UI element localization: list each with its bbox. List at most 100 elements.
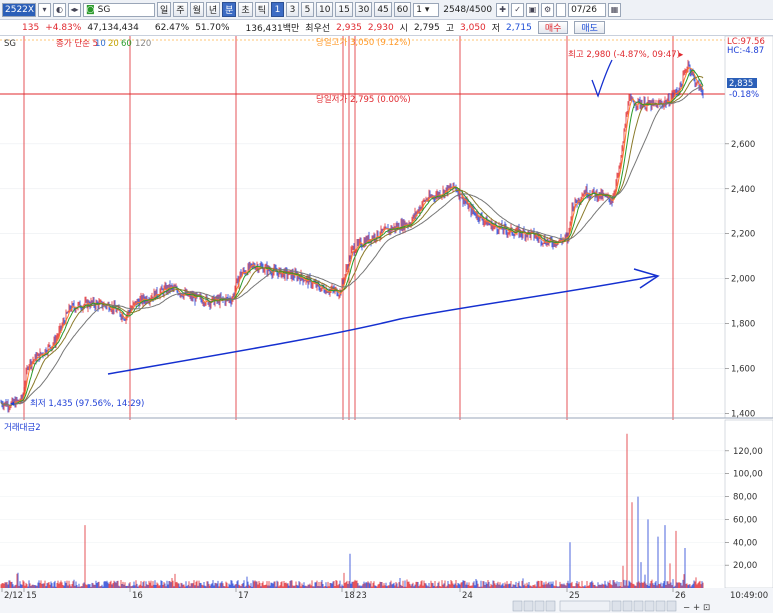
zoom-in-icon[interactable]: + xyxy=(693,603,700,613)
x-tick-label: 15 xyxy=(26,591,37,601)
check-icon[interactable]: ✓ xyxy=(511,2,525,17)
checkbox-icon[interactable] xyxy=(556,2,567,17)
stock-chart[interactable]: SG 종가 단순 5 10 20 60 120 당일고가 3,050 (9.12… xyxy=(0,36,773,613)
time-readout: 10:49:00 xyxy=(730,591,768,601)
prev-next-icon[interactable]: ◂▸ xyxy=(68,2,81,17)
scrollbar-track[interactable] xyxy=(559,600,611,612)
y-tick-label: 2,000 xyxy=(731,275,755,285)
interval-15[interactable]: 15 xyxy=(335,2,353,17)
interval-1[interactable]: 1 xyxy=(270,2,284,17)
x-tick-label: 2/12 xyxy=(4,591,23,601)
volume-pane[interactable] xyxy=(0,420,725,588)
y-tick-label: 2,200 xyxy=(731,230,755,240)
high-label: 고 xyxy=(445,24,454,34)
legend-ma20: 20 xyxy=(108,39,119,49)
high-value: 3,050 xyxy=(460,22,486,33)
legend-ma60: 60 xyxy=(121,39,132,49)
best-bid: 2,930 xyxy=(367,22,394,33)
fullscreen-icon[interactable]: ⊡ xyxy=(703,603,710,613)
period-tick[interactable]: 틱 xyxy=(254,2,269,17)
x-tick-label: 16 xyxy=(132,591,143,601)
x-tick-label: 24 xyxy=(462,591,473,601)
interval-30[interactable]: 30 xyxy=(354,2,373,17)
x-tick-label: 23 xyxy=(356,591,367,601)
count-value: 2548 xyxy=(443,4,467,15)
volume-value: 47,134,434 xyxy=(87,22,139,33)
fib-tool-icon[interactable] xyxy=(655,600,666,612)
line-tool-icon[interactable] xyxy=(644,600,655,612)
layout-icon[interactable] xyxy=(611,600,622,612)
copy-icon[interactable] xyxy=(622,600,633,612)
interval-10[interactable]: 10 xyxy=(315,2,334,17)
dropdown-arrow-icon[interactable]: ▾ xyxy=(38,2,51,17)
period-month[interactable]: 월 xyxy=(189,2,204,17)
hc-note: HC:-4.87 xyxy=(727,46,764,56)
high-note: 당일고가 3,050 (9.12%) xyxy=(316,37,411,48)
quote-bar: 135 +4.83% 47,134,434 62.47% 51.70% 136,… xyxy=(0,20,773,36)
interval-45[interactable]: 45 xyxy=(374,2,392,17)
count-select[interactable]: 1 ▾ xyxy=(413,2,440,17)
stock-name-field[interactable]: ◙ SG xyxy=(83,2,155,17)
badge-icon: ◙ xyxy=(86,4,95,15)
best-label: 최우선 xyxy=(305,24,331,34)
gear-icon[interactable]: ⚙ xyxy=(541,2,555,17)
x-tick-label: 25 xyxy=(569,591,580,601)
period-second[interactable]: 초 xyxy=(238,2,253,17)
draw-icon[interactable] xyxy=(633,600,644,612)
y-tick-label: 2,600 xyxy=(731,140,755,150)
period-minute[interactable]: 분 xyxy=(222,2,237,17)
y-tick-label: 2,400 xyxy=(731,185,755,195)
main-toolbar: 2522X ▾ ◐ ◂▸ ◙ SG 일 주 월 년 분 초 틱 1 3 5 10… xyxy=(0,0,773,20)
rate2-value: 51.70% xyxy=(195,22,230,33)
low-note: 당일저가 2,795 (0.00%) xyxy=(316,94,411,105)
x-tick-label: 26 xyxy=(675,591,686,601)
change-percent: +4.83% xyxy=(45,22,82,33)
volume-title: 거래대금2 xyxy=(4,423,41,433)
next-button[interactable] xyxy=(545,600,556,612)
save-icon[interactable]: ▣ xyxy=(526,2,540,17)
legend-ma120: 120 xyxy=(135,39,151,49)
stock-code-input[interactable]: 2522X xyxy=(2,2,36,17)
stop-button[interactable] xyxy=(534,600,545,612)
legend-price: 종가 단순 5 xyxy=(56,38,98,49)
period-week[interactable]: 주 xyxy=(173,2,188,17)
volume-tick-label: 120,00 xyxy=(733,447,763,457)
date-field[interactable]: 07/26 xyxy=(568,2,607,17)
change-value: 135 xyxy=(22,22,40,33)
search-icon[interactable]: ◐ xyxy=(53,2,66,17)
count-total: /4500 xyxy=(466,4,493,15)
count-select-value: 1 xyxy=(416,4,422,15)
min-note: 최저 1,435 (97.56%, 14:29) xyxy=(30,398,144,409)
volume-tick-label: 40,00 xyxy=(733,538,757,548)
legend-ma10: 10 xyxy=(95,39,106,49)
open-label: 시 xyxy=(399,24,408,34)
current-pct: -0.18% xyxy=(729,90,759,100)
zoom-icon[interactable] xyxy=(666,600,677,612)
max-note: 최고 2,980 (-4.87%, 09:47) xyxy=(568,49,680,60)
first-button[interactable] xyxy=(512,600,523,612)
low-label: 저 xyxy=(491,24,501,34)
volume-tick-label: 80,00 xyxy=(733,493,757,503)
y-tick-label: 1,600 xyxy=(731,365,755,375)
x-tick-label: 18 xyxy=(344,591,355,601)
calendar-icon[interactable]: ▦ xyxy=(608,2,622,17)
volume-tick-label: 100,00 xyxy=(733,470,763,480)
zoom-out-icon[interactable]: − xyxy=(683,603,690,613)
crosshair-icon[interactable]: ✚ xyxy=(496,2,510,17)
price-pane[interactable] xyxy=(0,36,725,418)
period-day[interactable]: 일 xyxy=(157,2,172,17)
count-display: 2548/4500 xyxy=(441,3,494,17)
low-value: 2,715 xyxy=(506,22,532,33)
interval-5[interactable]: 5 xyxy=(300,2,314,17)
stock-name: SG xyxy=(97,4,111,15)
period-year[interactable]: 년 xyxy=(205,2,221,17)
buy-button[interactable]: 매수 xyxy=(537,21,569,34)
x-tick-label: 17 xyxy=(238,591,249,601)
interval-3[interactable]: 3 xyxy=(285,2,299,17)
sell-button[interactable]: 매도 xyxy=(574,21,605,34)
prev-button[interactable] xyxy=(523,600,534,612)
max-marker-icon: ▸ xyxy=(679,50,684,60)
amount-value: 136,431백만 xyxy=(245,24,300,34)
interval-60[interactable]: 60 xyxy=(393,2,412,17)
rate1-value: 62.47% xyxy=(154,22,190,33)
